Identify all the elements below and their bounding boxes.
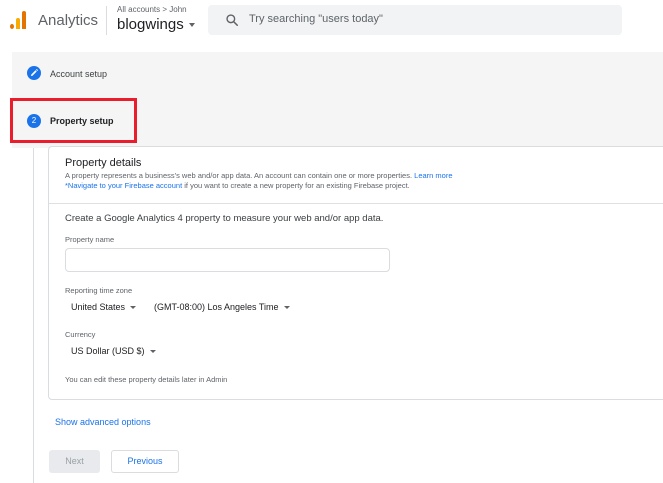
timezone-dropdown[interactable]: (GMT-08:00) Los Angeles Time xyxy=(154,302,290,312)
firebase-note-text: if you want to create a new property for… xyxy=(182,181,410,190)
account-name: blogwings xyxy=(117,16,184,33)
timezone-value: (GMT-08:00) Los Angeles Time xyxy=(154,302,279,312)
search-icon xyxy=(226,14,239,27)
timezone-label: Reporting time zone xyxy=(65,286,133,295)
step-connector-line xyxy=(33,148,34,483)
app-title[interactable]: Analytics xyxy=(38,12,98,29)
firebase-note: *Navigate to your Firebase account if yo… xyxy=(65,181,410,190)
search-bar[interactable]: Try searching "users today" xyxy=(208,5,622,35)
pencil-icon xyxy=(31,69,38,76)
property-name-input[interactable] xyxy=(65,248,390,272)
firebase-link[interactable]: *Navigate to your Firebase account xyxy=(65,181,182,190)
property-name-label: Property name xyxy=(65,235,115,244)
caret-down-icon xyxy=(149,350,156,354)
currency-label: Currency xyxy=(65,330,96,339)
caret-down-icon xyxy=(283,306,290,310)
previous-button[interactable]: Previous xyxy=(111,450,179,473)
property-details-description: A property represents a business's web a… xyxy=(65,171,453,180)
analytics-logo-icon[interactable] xyxy=(10,11,27,29)
step-complete-badge[interactable] xyxy=(27,66,41,80)
property-details-title: Property details xyxy=(65,157,142,169)
currency-value: US Dollar (USD $) xyxy=(71,346,145,356)
caret-down-icon xyxy=(188,23,195,28)
card-divider xyxy=(49,203,663,204)
caret-down-icon xyxy=(130,306,137,310)
top-header: Analytics All accounts > John blogwings … xyxy=(0,0,663,42)
show-advanced-options-link[interactable]: Show advanced options xyxy=(55,417,151,427)
country-value: United States xyxy=(71,302,126,312)
header-divider xyxy=(106,6,107,35)
description-text: A property represents a business's web a… xyxy=(65,171,413,180)
breadcrumb[interactable]: All accounts > John xyxy=(117,5,187,14)
account-selector[interactable]: blogwings xyxy=(117,16,195,33)
red-highlight-box xyxy=(10,98,137,143)
search-placeholder: Try searching "users today" xyxy=(249,13,383,25)
step-account-setup[interactable]: Account setup xyxy=(50,69,107,79)
edit-later-note: You can edit these property details late… xyxy=(65,375,228,384)
create-property-text: Create a Google Analytics 4 property to … xyxy=(65,213,384,224)
next-button[interactable]: Next xyxy=(49,450,100,473)
currency-dropdown[interactable]: US Dollar (USD $) xyxy=(71,346,156,356)
learn-more-link[interactable]: Learn more xyxy=(414,171,452,180)
country-dropdown[interactable]: United States xyxy=(71,302,137,312)
